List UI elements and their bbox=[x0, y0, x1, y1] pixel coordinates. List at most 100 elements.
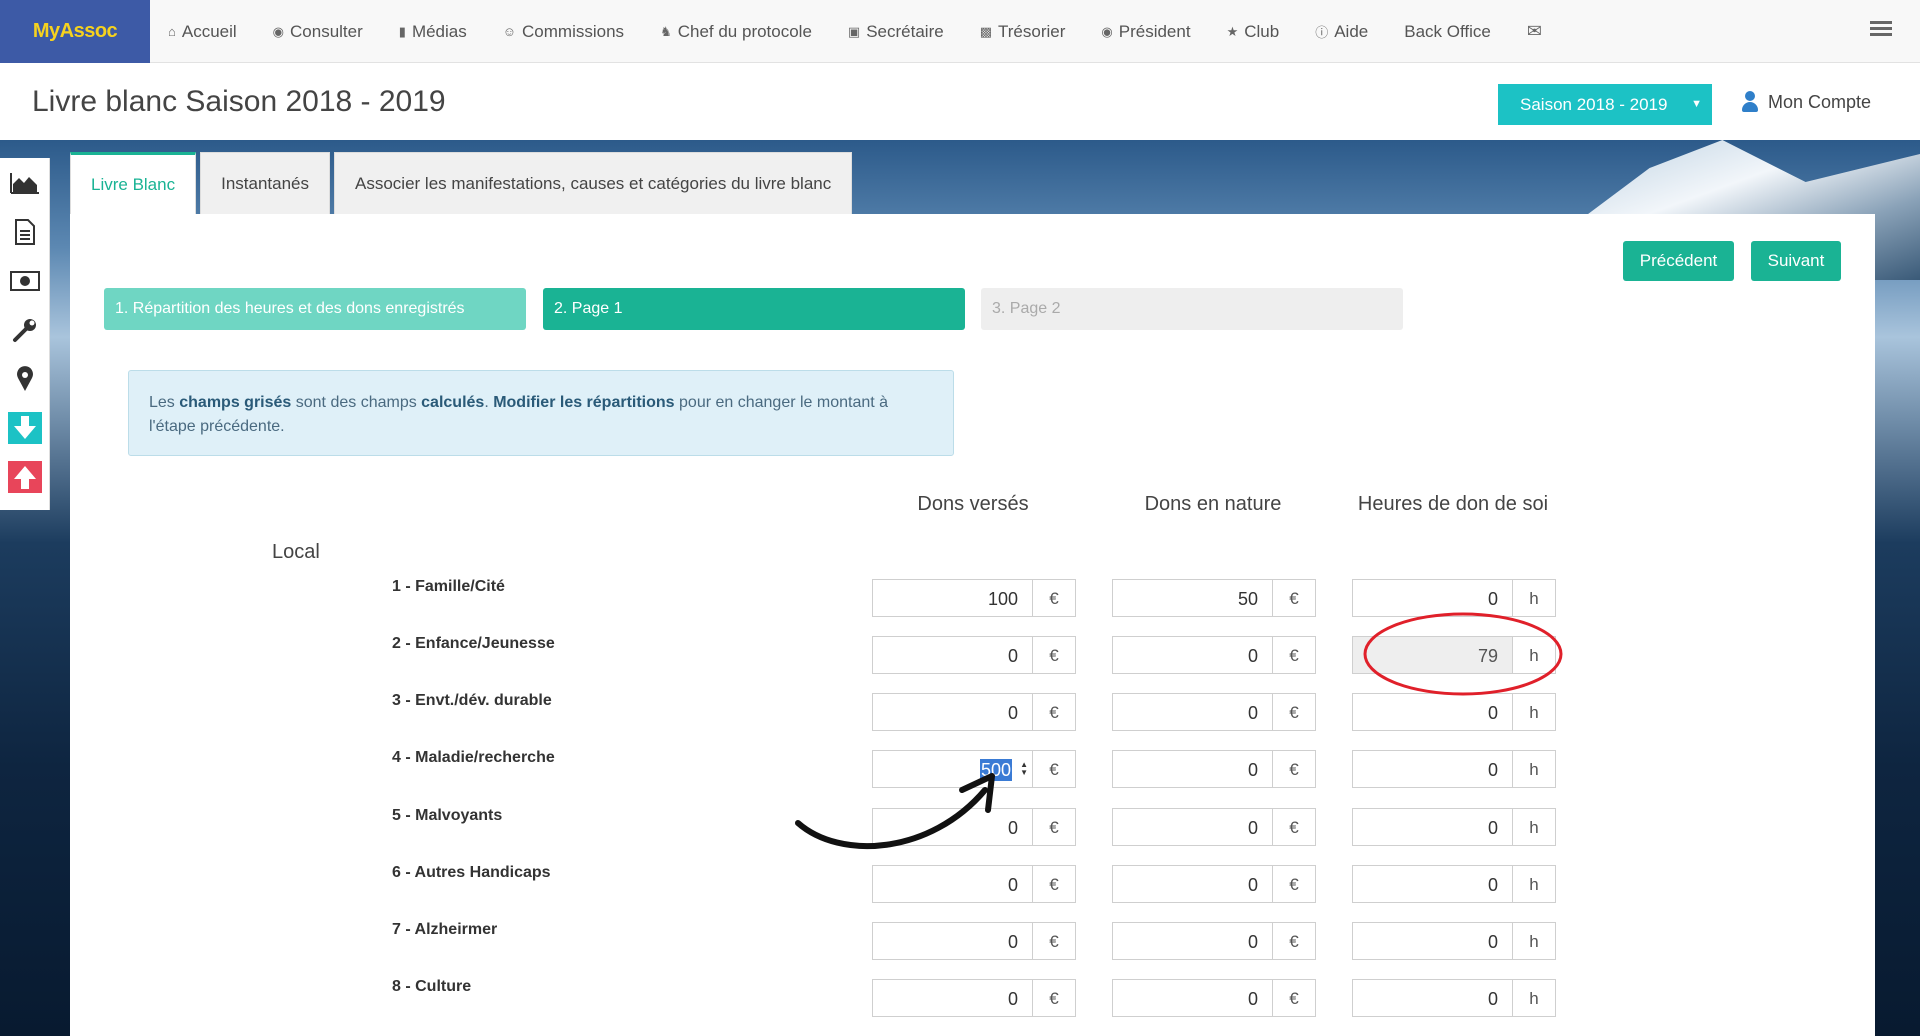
dons-verses-field[interactable]: 0 € bbox=[872, 808, 1076, 846]
heures-input[interactable]: 0 bbox=[1353, 923, 1513, 959]
nav-club[interactable]: ★ Club bbox=[1209, 0, 1298, 63]
nav-chef-protocole[interactable]: ♞ Chef du protocole bbox=[642, 0, 830, 63]
heures-input[interactable]: 0 bbox=[1353, 751, 1513, 787]
spinner-icon[interactable]: ▲ ▼ bbox=[1020, 761, 1028, 777]
heures-field[interactable]: 0h bbox=[1352, 808, 1556, 846]
dons-nature-input[interactable]: 0 bbox=[1113, 637, 1273, 673]
nav-president[interactable]: ◉ Président bbox=[1083, 0, 1208, 63]
dons-verses-input[interactable]: 0 bbox=[873, 809, 1033, 845]
star-icon: ★ bbox=[1226, 23, 1239, 39]
tab-livre-blanc[interactable]: Livre Blanc bbox=[70, 152, 197, 214]
heures-input: 79 bbox=[1353, 637, 1513, 673]
selected-value[interactable]: 500 bbox=[979, 759, 1012, 781]
unit-addon: h bbox=[1513, 751, 1555, 787]
dons-nature-input[interactable]: 50 bbox=[1113, 580, 1273, 616]
dons-verses-field[interactable]: 0 € bbox=[872, 979, 1076, 1017]
book-icon: ▣ bbox=[847, 23, 861, 39]
dons-verses-field[interactable]: 100 € bbox=[872, 579, 1076, 617]
dons-verses-field[interactable]: 0 € bbox=[872, 693, 1076, 731]
tab-associer[interactable]: Associer les manifestations, causes et c… bbox=[334, 152, 853, 214]
heures-input[interactable]: 0 bbox=[1353, 866, 1513, 902]
dons-verses-input[interactable]: 0 bbox=[873, 923, 1033, 959]
dons-nature-field[interactable]: 0 € bbox=[1112, 693, 1316, 731]
dons-nature-field[interactable]: 50 € bbox=[1112, 579, 1316, 617]
download-icon[interactable] bbox=[0, 403, 50, 452]
info-alert: Les champs grisés sont des champs calcul… bbox=[128, 370, 954, 456]
dons-verses-field[interactable]: 0 € bbox=[872, 636, 1076, 674]
unit-addon: € bbox=[1273, 866, 1315, 902]
account-menu[interactable]: Mon Compte bbox=[1742, 91, 1871, 113]
globe-icon: ◉ bbox=[1101, 23, 1113, 39]
caret-down-icon: ▼ bbox=[1691, 98, 1702, 110]
nav-secretaire[interactable]: ▣ Secrétaire bbox=[830, 0, 962, 63]
heures-field[interactable]: 0h bbox=[1352, 865, 1556, 903]
unit-addon: € bbox=[1033, 580, 1075, 616]
nav-accueil[interactable]: ⌂ Accueil bbox=[150, 0, 255, 63]
dons-verses-field[interactable]: 500 ▲ ▼ € bbox=[872, 750, 1076, 788]
heures-input[interactable]: 0 bbox=[1353, 809, 1513, 845]
unit-addon: € bbox=[1273, 980, 1315, 1016]
heures-input[interactable]: 0 bbox=[1353, 980, 1513, 1016]
nav-medias[interactable]: ▮ Médias bbox=[381, 0, 485, 63]
dons-nature-input[interactable]: 0 bbox=[1113, 980, 1273, 1016]
document-icon[interactable] bbox=[0, 207, 50, 256]
dons-nature-field[interactable]: 0 € bbox=[1112, 808, 1316, 846]
eye-icon: ◉ bbox=[272, 23, 285, 39]
unit-addon: h bbox=[1513, 694, 1555, 730]
money-icon[interactable] bbox=[0, 256, 50, 305]
heures-field[interactable]: 0h bbox=[1352, 750, 1556, 788]
dons-nature-input[interactable]: 0 bbox=[1113, 751, 1273, 787]
heures-input[interactable]: 0 bbox=[1353, 694, 1513, 730]
dons-nature-input[interactable]: 0 bbox=[1113, 809, 1273, 845]
nav-aide[interactable]: ⓘ Aide bbox=[1297, 0, 1386, 63]
dons-nature-field[interactable]: 0 € bbox=[1112, 922, 1316, 960]
next-button[interactable]: Suivant bbox=[1751, 241, 1841, 281]
heures-input[interactable]: 0 bbox=[1353, 580, 1513, 616]
dons-nature-field[interactable]: 0 € bbox=[1112, 979, 1316, 1017]
section-local: Local bbox=[272, 541, 320, 563]
heures-field: 79 h bbox=[1352, 636, 1556, 674]
brand-logo[interactable]: MyAssoc bbox=[0, 0, 150, 63]
dons-verses-input[interactable]: 500 ▲ ▼ bbox=[873, 751, 1033, 787]
dons-verses-field[interactable]: 0 € bbox=[872, 922, 1076, 960]
nav-back-office[interactable]: Back Office bbox=[1386, 0, 1509, 63]
tab-bar: Livre Blanc Instantanés Associer les man… bbox=[70, 152, 853, 214]
dons-verses-field[interactable]: 0 € bbox=[872, 865, 1076, 903]
nav-tresorier[interactable]: ▩ Trésorier bbox=[962, 0, 1084, 63]
nav-commissions[interactable]: ☺ Commissions bbox=[485, 0, 642, 63]
heures-field[interactable]: 0h bbox=[1352, 693, 1556, 731]
unit-addon: € bbox=[1273, 694, 1315, 730]
area-chart-icon[interactable] bbox=[0, 158, 50, 207]
dons-nature-input[interactable]: 0 bbox=[1113, 694, 1273, 730]
row-label: 3 - Envt./dév. durable bbox=[392, 692, 552, 709]
nav-consulter[interactable]: ◉ Consulter bbox=[255, 0, 381, 63]
dons-verses-input[interactable]: 0 bbox=[873, 866, 1033, 902]
map-marker-icon[interactable] bbox=[0, 354, 50, 403]
heures-field[interactable]: 0h bbox=[1352, 579, 1556, 617]
wrench-icon[interactable] bbox=[0, 305, 50, 354]
dons-nature-input[interactable]: 0 bbox=[1113, 923, 1273, 959]
unit-addon: € bbox=[1273, 637, 1315, 673]
dons-nature-input[interactable]: 0 bbox=[1113, 866, 1273, 902]
dons-nature-field[interactable]: 0 € bbox=[1112, 865, 1316, 903]
hamburger-icon[interactable] bbox=[1870, 21, 1892, 39]
heures-field[interactable]: 0h bbox=[1352, 979, 1556, 1017]
previous-button[interactable]: Précédent bbox=[1623, 241, 1734, 281]
unit-addon: h bbox=[1513, 923, 1555, 959]
dons-verses-input[interactable]: 0 bbox=[873, 694, 1033, 730]
dons-verses-input[interactable]: 100 bbox=[873, 580, 1033, 616]
unit-addon: h bbox=[1513, 866, 1555, 902]
dons-verses-input[interactable]: 0 bbox=[873, 637, 1033, 673]
row-label: 7 - Alzheirmer bbox=[392, 921, 498, 938]
dons-nature-field[interactable]: 0 € bbox=[1112, 750, 1316, 788]
step-1[interactable]: 1. Répartition des heures et des dons en… bbox=[104, 288, 526, 330]
heures-field[interactable]: 0h bbox=[1352, 922, 1556, 960]
nav-mail[interactable]: ✉ bbox=[1509, 0, 1560, 63]
dons-verses-input[interactable]: 0 bbox=[873, 980, 1033, 1016]
upload-icon[interactable] bbox=[0, 452, 50, 501]
dons-nature-field[interactable]: 0 € bbox=[1112, 636, 1316, 674]
main-nav: ⌂ Accueil ◉ Consulter ▮ Médias ☺ Commissions… bbox=[150, 0, 1560, 63]
tab-instantanes[interactable]: Instantanés bbox=[200, 152, 331, 214]
step-2[interactable]: 2. Page 1 bbox=[543, 288, 965, 330]
season-selector[interactable]: Saison 2018 - 2019 ▼ bbox=[1498, 84, 1712, 125]
